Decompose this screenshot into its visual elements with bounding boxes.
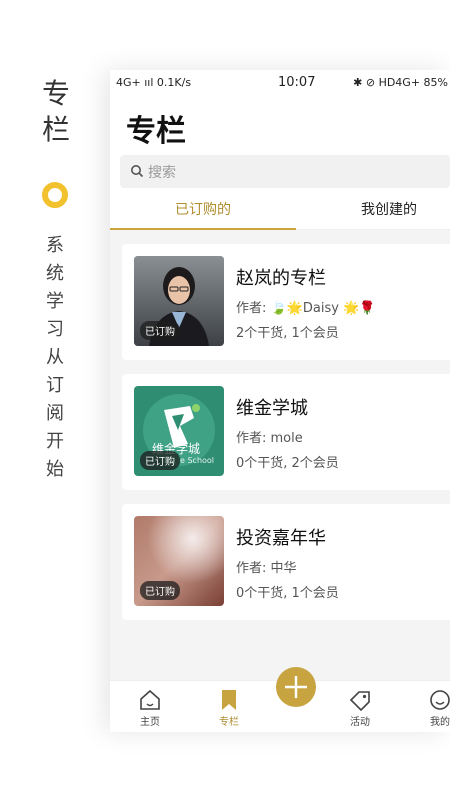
phone-screen: 4G+ ııl 0.1K/s 10:07 ✱ ⊘ HD4G+ 85% 专栏 搜索…: [110, 70, 450, 732]
tab-bar-top: 已订购的 我创建的: [110, 190, 450, 230]
tab-created[interactable]: 我创建的: [296, 190, 450, 230]
list-item[interactable]: 已订购 投资嘉年华 作者: 中华 0个干货, 1个会员: [122, 504, 450, 620]
subscribed-badge: 已订购: [140, 581, 180, 600]
tab-activity[interactable]: 活动: [330, 689, 390, 728]
home-icon: [140, 689, 160, 710]
subscribed-badge: 已订购: [140, 321, 180, 340]
tab-mine[interactable]: 我的: [410, 689, 450, 728]
status-time: 10:07: [278, 75, 316, 90]
promo-subtitle: 系 统 学 习 从 订 阅 开 始: [43, 232, 67, 484]
tab-column-label: 专栏: [219, 717, 239, 728]
list-item[interactable]: 维金学城 e School 已订购 维金学城 作者: mole 0个干货, 2个…: [122, 374, 450, 490]
column-stats: 2个干货, 1个会员: [236, 326, 339, 341]
promo-subtitle-char: 习: [46, 319, 64, 340]
promo-subtitle-char: 开: [46, 431, 64, 452]
column-list: 已订购 赵岚的专栏 作者: 🍃🌟Daisy 🌟🌹 2个干货, 1个会员 维金学城…: [110, 230, 450, 620]
status-network: 4G+ ııl 0.1K/s: [116, 76, 192, 89]
screen: 专 栏 系 统 学 习 从 订 阅 开 始 4G+ ııl 0.1K/s 10:…: [0, 0, 450, 800]
promo-subtitle-char: 阅: [46, 403, 64, 424]
promo-title-char: 栏: [41, 113, 70, 146]
subscribed-badge: 已订购: [140, 451, 180, 470]
list-item[interactable]: 已订购 赵岚的专栏 作者: 🍃🌟Daisy 🌟🌹 2个干货, 1个会员: [122, 244, 450, 360]
promo-subtitle-char: 学: [46, 291, 64, 312]
promo-subtitle-char: 从: [46, 347, 64, 368]
tab-subscribed[interactable]: 已订购的: [110, 190, 296, 230]
search-area: 搜索: [110, 152, 450, 190]
column-stats: 0个干货, 2个会员: [236, 456, 339, 471]
column-thumbnail: 维金学城 e School 已订购: [134, 386, 224, 476]
promo-subtitle-char: 订: [46, 375, 64, 396]
column-stats: 0个干货, 1个会员: [236, 586, 339, 601]
tab-column[interactable]: 专栏: [199, 689, 259, 728]
promo-subtitle-char: 统: [46, 263, 64, 284]
promo-subtitle-char: 始: [46, 459, 64, 480]
tab-activity-label: 活动: [350, 717, 370, 728]
tag-icon: [349, 691, 370, 711]
circle-icon: [42, 182, 68, 208]
column-thumbnail: 已订购: [134, 256, 224, 346]
column-title: 维金学城: [236, 398, 308, 419]
search-input[interactable]: 搜索: [148, 162, 176, 182]
column-title: 赵岚的专栏: [236, 268, 326, 289]
smile-icon: [430, 690, 450, 710]
promo-title: 专 栏: [38, 76, 74, 148]
plus-icon: [285, 676, 307, 698]
search-icon: [131, 165, 144, 178]
page-title: 专栏: [126, 114, 186, 149]
status-right: ✱ ⊘ HD4G+ 85%: [353, 76, 448, 89]
tab-mine-label: 我的: [430, 717, 450, 728]
column-author: 作者: mole: [236, 431, 303, 446]
thumb-caption-en: e School: [180, 456, 215, 465]
bottom-tab-bar: 主页 专栏 活动 我的: [110, 667, 450, 732]
tab-home[interactable]: 主页: [120, 689, 180, 728]
add-button[interactable]: [276, 667, 316, 707]
bookmark-icon: [222, 690, 236, 710]
column-author: 作者: 🍃🌟Daisy 🌟🌹: [236, 301, 376, 316]
promo-title-char: 专: [41, 77, 70, 110]
header: 专栏: [110, 98, 450, 152]
status-bar: 4G+ ııl 0.1K/s 10:07 ✱ ⊘ HD4G+ 85%: [110, 70, 450, 98]
column-author: 作者: 中华: [236, 561, 297, 576]
column-title: 投资嘉年华: [236, 528, 326, 549]
tab-home-label: 主页: [140, 717, 160, 728]
column-thumbnail: 已订购: [134, 516, 224, 606]
search-bar[interactable]: 搜索: [120, 155, 450, 188]
promo-subtitle-char: 系: [46, 235, 64, 256]
